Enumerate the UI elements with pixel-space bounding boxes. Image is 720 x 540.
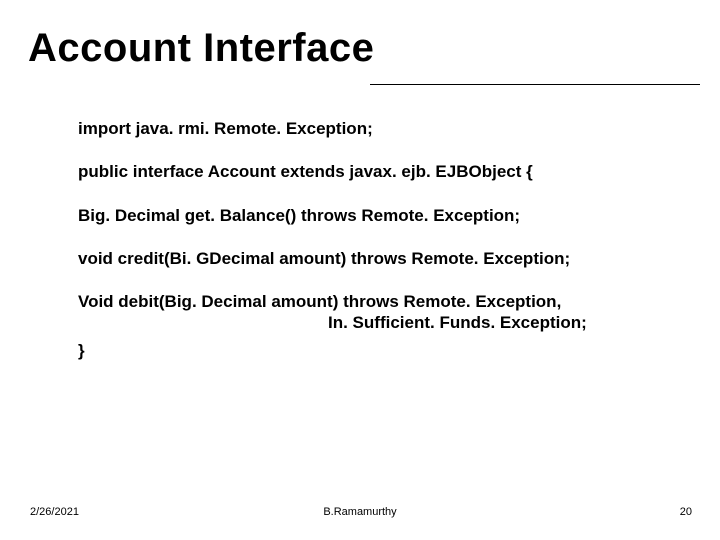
footer-date: 2/26/2021 [30, 506, 79, 518]
code-line: public interface Account extends javax. … [78, 161, 690, 182]
slide-title: Account Interface [28, 26, 374, 71]
footer-page-number: 20 [680, 506, 692, 518]
code-line: Big. Decimal get. Balance() throws Remot… [78, 205, 690, 226]
code-line: import java. rmi. Remote. Exception; [78, 118, 690, 139]
title-underline [370, 84, 700, 85]
slide: Account Interface import java. rmi. Remo… [0, 0, 720, 540]
code-line: void credit(Bi. GDecimal amount) throws … [78, 248, 690, 269]
footer-author: B.Ramamurthy [323, 506, 396, 518]
code-line: Void debit(Big. Decimal amount) throws R… [78, 291, 690, 312]
code-line: } [78, 340, 690, 361]
slide-body: import java. rmi. Remote. Exception; pub… [78, 118, 690, 383]
code-line: In. Sufficient. Funds. Exception; [78, 312, 690, 333]
